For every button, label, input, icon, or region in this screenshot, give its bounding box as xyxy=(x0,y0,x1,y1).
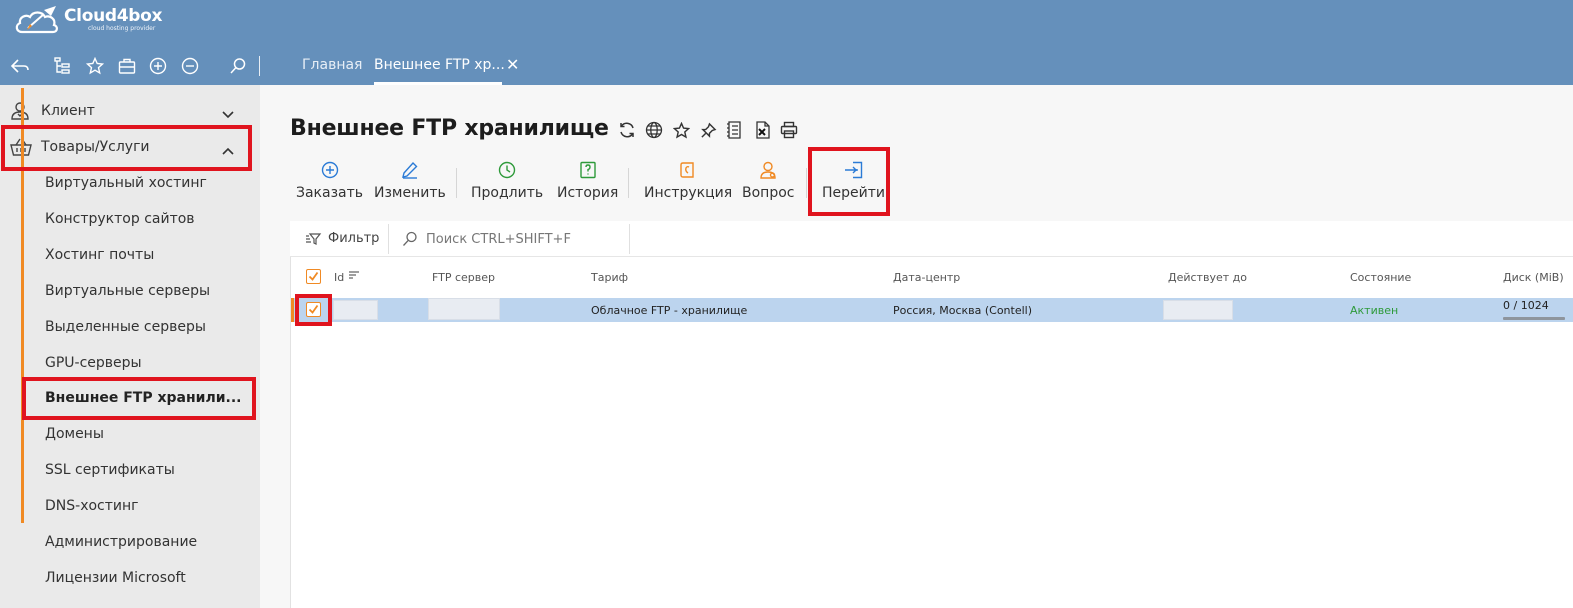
sidebar-item-administration[interactable]: Администрирование xyxy=(45,534,197,550)
column-header-valid-until[interactable]: Действует до xyxy=(1168,271,1247,284)
refresh-icon[interactable] xyxy=(618,121,636,139)
sidebar-item-ms-licenses[interactable]: Лицензии Microsoft xyxy=(45,570,186,586)
history-button-label: История xyxy=(557,185,619,201)
search-icon xyxy=(403,231,417,246)
manual-button-label: Инструкция xyxy=(644,185,733,201)
user-icon xyxy=(10,101,30,125)
edit-button[interactable]: Изменить xyxy=(374,160,446,201)
toolbar-separator xyxy=(259,56,260,76)
datacenter-cell: Россия, Москва (Contell) xyxy=(893,304,1033,317)
chevron-down-icon[interactable] xyxy=(221,105,235,124)
sidebar-section-label: Клиент xyxy=(41,103,95,119)
logo[interactable]: Cloud4box cloud hosting provider xyxy=(14,6,163,38)
highlight-go-to-button xyxy=(808,147,890,216)
sidebar-section-client[interactable]: Клиент xyxy=(0,93,260,129)
excel-icon[interactable] xyxy=(753,121,771,139)
select-all-checkbox[interactable] xyxy=(306,269,321,284)
column-header-disk[interactable]: Диск (MiB) xyxy=(1503,271,1564,284)
plus-circle-icon[interactable] xyxy=(148,56,168,76)
support-icon xyxy=(758,160,778,180)
order-button-label: Заказать xyxy=(296,185,364,201)
disk-cell: 0 / 1024 xyxy=(1503,299,1549,312)
column-header-label: Id xyxy=(334,271,345,284)
ftp-server-cell-redacted xyxy=(428,298,500,320)
sidebar-item-dns-hosting[interactable]: DNS-хостинг xyxy=(45,498,139,514)
action-separator xyxy=(628,168,629,198)
close-tab-icon[interactable]: ✕ xyxy=(506,56,519,74)
manual-button[interactable]: Инструкция xyxy=(644,160,732,201)
star-icon[interactable] xyxy=(672,121,690,139)
history-button[interactable]: История xyxy=(557,160,618,201)
filter-separator xyxy=(388,224,389,254)
sort-icon xyxy=(348,271,359,279)
pencil-icon xyxy=(400,160,420,180)
logo-name: Cloud4box xyxy=(64,6,163,26)
search-input[interactable]: Поиск CTRL+SHIFT+F xyxy=(402,231,571,247)
sidebar-item-virtual-hosting[interactable]: Виртуальный хостинг xyxy=(45,175,207,191)
tree-icon[interactable] xyxy=(52,56,72,76)
globe-icon[interactable] xyxy=(645,121,663,139)
sidebar-item-domains[interactable]: Домены xyxy=(45,426,104,442)
highlight-row-checkbox xyxy=(295,294,332,326)
id-cell-redacted xyxy=(333,300,378,320)
back-arrow-icon[interactable] xyxy=(10,56,30,76)
highlight-products-section xyxy=(1,125,252,171)
action-separator xyxy=(456,168,457,198)
order-button[interactable]: Заказать xyxy=(296,160,363,201)
filter-button[interactable]: Фильтр xyxy=(305,231,379,246)
print-icon[interactable] xyxy=(780,121,798,139)
clock-icon xyxy=(497,160,517,180)
column-header-id[interactable]: Id xyxy=(334,271,360,284)
tariff-cell: Облачное FTP - хранилище xyxy=(591,304,748,317)
status-cell: Активен xyxy=(1350,304,1399,317)
sidebar-item-virtual-servers[interactable]: Виртуальные серверы xyxy=(45,283,210,299)
sidebar-item-dedicated-servers[interactable]: Выделенные серверы xyxy=(45,319,206,335)
row-selected-marker xyxy=(291,298,294,322)
cloud-logo-icon xyxy=(15,6,58,34)
pin-icon[interactable] xyxy=(699,121,717,139)
manual-icon xyxy=(678,160,698,180)
column-header-tariff[interactable]: Тариф xyxy=(591,271,628,284)
filter-icon xyxy=(306,232,322,245)
logo-tagline: cloud hosting provider xyxy=(88,25,156,32)
column-header-ftp-server[interactable]: FTP сервер xyxy=(432,271,495,284)
tab-ftp-storage[interactable]: Внешнее FTP хр... xyxy=(374,57,505,73)
filter-separator xyxy=(629,224,630,254)
question-button[interactable]: Вопрос xyxy=(742,160,794,201)
search-placeholder: Поиск CTRL+SHIFT+F xyxy=(426,231,571,247)
disk-usage-bar xyxy=(1503,317,1565,320)
sidebar-item-mail-hosting[interactable]: Хостинг почты xyxy=(45,247,154,263)
highlight-ftp-storage-item xyxy=(22,377,256,420)
history-icon xyxy=(578,160,598,180)
page-title: Внешнее FTP хранилище xyxy=(290,116,609,141)
action-separator xyxy=(806,168,807,198)
column-header-status[interactable]: Состояние xyxy=(1350,271,1411,284)
renew-button[interactable]: Продлить xyxy=(471,160,543,201)
search-icon[interactable] xyxy=(228,56,248,76)
tab-home[interactable]: Главная xyxy=(302,57,362,73)
plus-circle-icon xyxy=(320,160,340,180)
document-list-icon[interactable] xyxy=(725,121,743,139)
star-icon[interactable] xyxy=(85,56,105,76)
briefcase-icon[interactable] xyxy=(117,56,137,76)
column-header-datacenter[interactable]: Дата-центр xyxy=(893,271,960,284)
valid-until-cell-redacted xyxy=(1163,300,1233,320)
sidebar-item-site-builder[interactable]: Конструктор сайтов xyxy=(45,211,195,227)
edit-button-label: Изменить xyxy=(374,185,446,201)
filter-label: Фильтр xyxy=(328,231,380,246)
sidebar-item-gpu-servers[interactable]: GPU-серверы xyxy=(45,355,142,371)
renew-button-label: Продлить xyxy=(471,185,544,201)
minus-circle-icon[interactable] xyxy=(180,56,200,76)
sidebar-item-ssl[interactable]: SSL сертификаты xyxy=(45,462,175,478)
question-button-label: Вопрос xyxy=(742,185,795,201)
